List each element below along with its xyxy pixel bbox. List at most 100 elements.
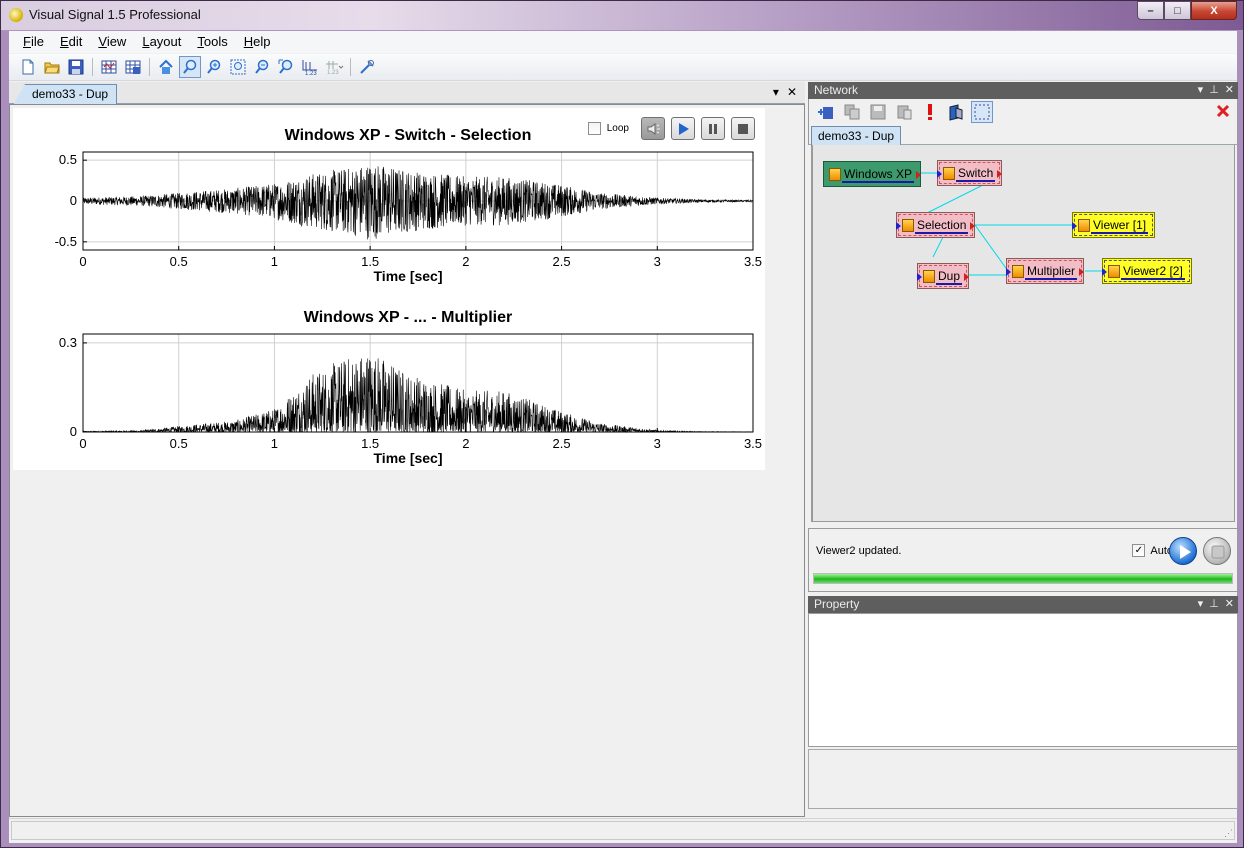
network-canvas[interactable]: Windows XP Switch Selection Viewer [1] D… (811, 145, 1235, 522)
zoom-fit-button[interactable] (227, 56, 249, 78)
zoom-fit-icon (230, 59, 246, 75)
new-file-icon (22, 59, 34, 75)
minimize-button[interactable]: – (1137, 1, 1164, 20)
series-line (82, 358, 754, 434)
add-node-button[interactable] (815, 101, 837, 123)
select-region-button[interactable] (971, 101, 993, 123)
tab-list-icon[interactable]: ▾ (773, 85, 779, 99)
y-tick-label: -0.5 (55, 234, 77, 249)
node-viewer2[interactable]: Viewer2 [2] (1102, 258, 1192, 284)
alert-button[interactable] (919, 101, 941, 123)
paste-icon (897, 105, 912, 120)
save-node-button[interactable] (867, 101, 889, 123)
x-tick-label: 2 (462, 254, 469, 269)
link-selection-dup (932, 236, 944, 258)
menu-view[interactable]: View (90, 31, 134, 53)
axis-value-button[interactable]: 1.23 (299, 56, 321, 78)
x-tick-label: 1.5 (361, 436, 379, 451)
new-file-button[interactable] (17, 56, 39, 78)
open-file-button[interactable] (41, 56, 63, 78)
panel-close-icon[interactable]: ✕ (1225, 82, 1234, 99)
series-line (82, 166, 754, 240)
save-view-button[interactable] (122, 56, 144, 78)
menu-layout[interactable]: Layout (134, 31, 189, 53)
panel-menu-icon[interactable]: ▾ (1198, 596, 1204, 613)
y-tick-label: 0.3 (59, 335, 77, 350)
copy-icon (844, 104, 860, 120)
maximize-icon: □ (1174, 4, 1181, 17)
node-viewer-1[interactable]: Viewer [1] (1072, 212, 1156, 238)
toolbar-separator (350, 58, 351, 76)
add-node-icon (818, 107, 833, 119)
document-area: demo33 - Dup ▾ ✕ Loop Windows XP - Switc… (9, 82, 805, 817)
export-view-button[interactable] (98, 56, 120, 78)
x-tick-label: 0.5 (170, 436, 188, 451)
node-library-button[interactable] (945, 101, 967, 123)
zoom-tool-button[interactable] (179, 56, 201, 78)
close-button[interactable]: X (1191, 1, 1237, 20)
maximize-button[interactable]: □ (1164, 1, 1191, 20)
minimize-icon: – (1147, 4, 1154, 17)
auto-checkbox[interactable]: ✓ (1132, 544, 1146, 557)
tab-demo33-dup[interactable]: demo33 - Dup (13, 84, 118, 105)
toolbar-separator (92, 58, 93, 76)
menu-edit[interactable]: Edit (52, 31, 90, 53)
panel-close-icon[interactable]: ✕ (1225, 596, 1234, 613)
pin-icon[interactable]: ⊥ (1209, 82, 1219, 99)
zoom-out-icon (255, 59, 269, 74)
copy-node-button[interactable] (841, 101, 863, 123)
zoom-region-button[interactable] (275, 56, 297, 78)
delete-node-button[interactable] (1215, 103, 1231, 122)
pin-icon[interactable]: ⊥ (1209, 596, 1219, 613)
property-description (808, 749, 1238, 809)
zoom-in-button[interactable] (203, 56, 225, 78)
paste-node-button[interactable] (893, 101, 915, 123)
property-panel-title: Property (814, 597, 860, 611)
chart2-plot[interactable]: 0 0.5 1 1.5 2 2.5 3 3.5 0.3 0 (13, 330, 765, 458)
property-panel-header: Property ▾ ⊥ ✕ (808, 596, 1238, 613)
zoom-out-button[interactable] (251, 56, 273, 78)
network-tab-demo33-dup[interactable]: demo33 - Dup (811, 126, 902, 145)
select-region-icon (974, 104, 990, 120)
y-tick-label: 0 (70, 424, 77, 439)
node-selection[interactable]: Selection (896, 212, 976, 238)
resize-grip-icon[interactable]: ⋰ (1224, 828, 1233, 839)
menu-tools[interactable]: Tools (189, 31, 235, 53)
x-tick-label: 3.5 (744, 436, 762, 451)
save-button[interactable] (65, 56, 87, 78)
tools-button[interactable] (356, 56, 378, 78)
axis-value-dropdown-button[interactable]: 1.23 (323, 56, 345, 78)
execution-progress-bar (813, 573, 1233, 584)
tab-close-icon[interactable]: ✕ (787, 85, 797, 99)
menu-help[interactable]: Help (236, 31, 279, 53)
node-windows-xp[interactable]: Windows XP (823, 161, 922, 187)
chart1-title: Windows XP - Switch - Selection (284, 127, 532, 144)
node-switch[interactable]: Switch (937, 160, 1003, 186)
property-grid[interactable] (808, 613, 1238, 747)
library-icon (949, 104, 963, 121)
home-button[interactable] (155, 56, 177, 78)
panel-menu-icon[interactable]: ▾ (1198, 82, 1204, 99)
title-bar[interactable]: Visual Signal 1.5 Professional – □ X (1, 1, 1243, 30)
stop-execution-button[interactable] (1203, 537, 1231, 565)
progress-fill (814, 574, 1232, 583)
node-dup[interactable]: Dup (917, 263, 970, 289)
plot-panel: Loop Windows XP - Switch - Selection 0 0.… (13, 108, 765, 470)
x-tick-label: 2 (462, 436, 469, 451)
network-panel-title: Network (814, 83, 859, 97)
export-grid-icon (101, 60, 117, 74)
home-icon (159, 59, 173, 74)
run-button[interactable] (1169, 537, 1197, 565)
node-multiplier[interactable]: Multiplier (1006, 258, 1085, 284)
save-grid-icon (125, 60, 141, 74)
menu-file[interactable]: File (15, 31, 52, 53)
zoom-region-icon (278, 59, 293, 74)
run-icon (1180, 545, 1191, 559)
main-toolbar: 1.23 1.23 (9, 54, 1237, 81)
right-dock: Network ▾ ⊥ ✕ demo33 - Dup Windows XP Sw… (808, 82, 1238, 809)
zoom-icon (183, 59, 197, 74)
network-toolbar (808, 99, 1238, 125)
document-tabstrip: demo33 - Dup ▾ ✕ (9, 82, 805, 105)
app-window: Visual Signal 1.5 Professional – □ X Fil… (0, 0, 1244, 848)
chart1-plot[interactable]: 0 0.5 1 1.5 2 2.5 3 3.50.50-0.5 (13, 148, 765, 276)
